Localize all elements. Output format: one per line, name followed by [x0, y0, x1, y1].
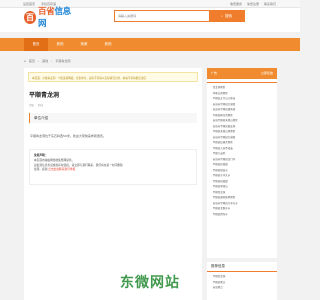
recommend-list-item[interactable]: 长治景点: [211, 285, 273, 291]
main-content: 本页面：平顺青龙洞 · 介绍来源网络，仅供参考，如有不同请以实际情况为准，本站不…: [24, 68, 202, 300]
top-link-homepage[interactable]: 设置首页: [23, 2, 35, 6]
nav-item-home[interactable]: 首页: [24, 38, 48, 51]
logo-text: 百省信息网: [38, 5, 76, 29]
nav-item-merchant[interactable]: 商家: [72, 38, 96, 51]
chevron-right-icon: ›: [51, 59, 53, 63]
ad-cta[interactable]: 立即投放: [261, 71, 273, 75]
breadcrumb-home[interactable]: 首页: [29, 59, 35, 63]
top-link-contact[interactable]: 联系我们: [264, 2, 276, 6]
search-input[interactable]: [115, 11, 211, 21]
watermark: 东微网站: [120, 272, 180, 292]
search-button-label: 搜索: [224, 13, 232, 18]
search-icon: ⌕: [221, 14, 223, 18]
meta-views: 浏览: [29, 104, 35, 107]
hot-list-item[interactable]: 平顺县西沟乡: [211, 212, 273, 218]
description: 平顺青龙洞位于东石鸣西50米，欢迎大家前来参观游览。: [30, 134, 106, 138]
recommend-title: 推荐信息: [207, 262, 277, 272]
hot-list-panel: 热门推荐 青龙洞景区李家山风景区平顺县太行山大峡谷长治市平顺县红旗渠长治市平顺县…: [207, 73, 277, 258]
disclaimer-line-1: 本页面内容由网络收集整理提供，: [34, 157, 75, 162]
top-bar-right: 收费服务 免费注册 联系我们: [230, 2, 276, 6]
sidebar: 热门推荐 青龙洞景区李家山风景区平顺县太行山大峡谷长治市平顺县红旗渠长治市平顺县…: [207, 68, 277, 300]
report-link[interactable]: 点击此处联系我们举报: [48, 167, 75, 171]
top-link-paid[interactable]: 收费服务: [230, 2, 242, 6]
section-title: 单位介绍: [29, 113, 197, 123]
breadcrumb-current: 平顺青龙洞: [55, 59, 71, 63]
watermark-b: 网站: [150, 275, 180, 291]
search-bar: ⌕ 搜索: [114, 10, 245, 22]
disclaimer-line-3: 处理，感谢: [34, 167, 48, 172]
disclaimer-line-2: 如发现信息有误或者存在侵权，请立即与我们联系，我们将在第一时间删除: [34, 162, 123, 167]
nav-item-other[interactable]: 其他: [48, 38, 72, 51]
notice-banner: 本页面：平顺青龙洞 · 介绍来源网络，仅供参考，如有不同请以实际情况为准，本站不…: [28, 72, 198, 82]
breadcrumb: ⌂ 首页 › 其他 › 平顺青龙洞: [24, 59, 70, 63]
search-button[interactable]: ⌕ 搜索: [209, 11, 244, 21]
hot-list: 青龙洞景区李家山风景区平顺县太行山大峡谷长治市平顺县红旗渠长治市平顺县通天峡平顺…: [207, 83, 277, 219]
page-title: 平顺青龙洞: [29, 92, 60, 99]
recommend-panel: 推荐信息 平顺青龙洞平顺县景点长治景点: [207, 262, 277, 300]
watermark-a: 东微: [120, 275, 150, 291]
article-meta: 浏览 时间: [29, 103, 43, 107]
logo-badge-icon: 百: [24, 10, 37, 24]
nav-item-other-2[interactable]: 其他: [96, 38, 120, 51]
top-link-register[interactable]: 免费注册: [247, 2, 259, 6]
main-nav: 首页 其他 商家 其他: [0, 38, 300, 51]
meta-time: 时间: [38, 104, 44, 107]
home-icon: ⌂: [24, 59, 26, 63]
recommend-list: 平顺青龙洞平顺县景点长治景点: [207, 272, 277, 293]
breadcrumb-category[interactable]: 其他: [42, 59, 48, 63]
logo-text-a: 百省: [38, 7, 55, 17]
chevron-right-icon: ›: [37, 59, 40, 63]
disclaimer-title: 免责声明：: [34, 153, 48, 157]
ad-banner[interactable]: 广告 立即投放: [207, 68, 277, 79]
site-logo[interactable]: 百 百省信息网: [24, 7, 76, 29]
ad-label: 广告: [211, 71, 218, 75]
disclaimer-box: 免责声明： 本页面内容由网络收集整理提供， 如发现信息有误或者存在侵权，请立即与…: [29, 149, 197, 185]
